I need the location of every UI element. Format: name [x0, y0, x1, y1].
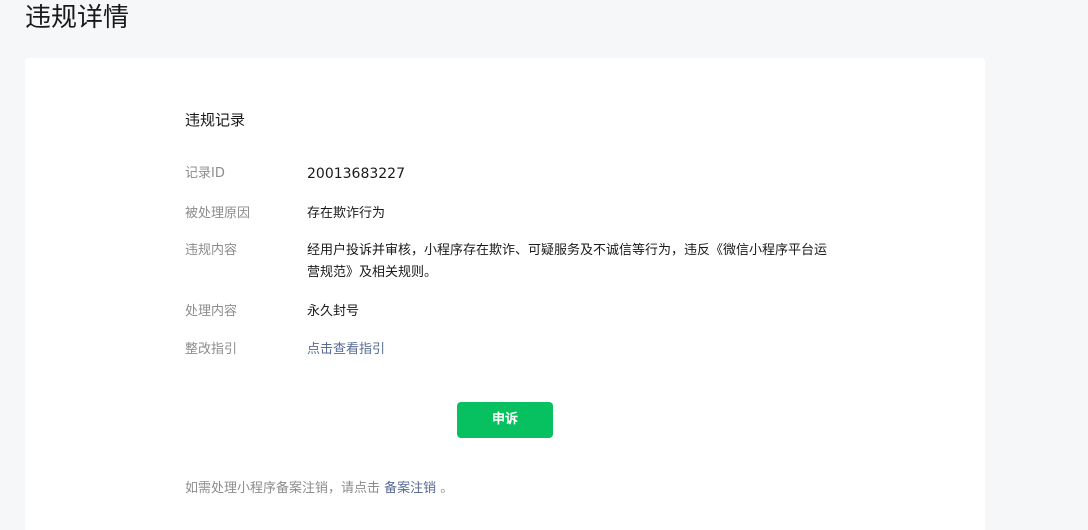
record-id-value: 20013683227: [307, 166, 405, 182]
section-title: 违规记录: [185, 111, 246, 129]
violation-detail-card: 违规记录 记录ID 20013683227 被处理原因 存在欺诈行为 违规内容 …: [25, 58, 985, 530]
handling-label: 处理内容: [185, 304, 238, 319]
cancel-filing-link[interactable]: 备案注销: [384, 481, 436, 496]
appeal-button[interactable]: 申诉: [457, 402, 553, 438]
record-id-label: 记录ID: [185, 166, 225, 181]
reason-value: 存在欺诈行为: [307, 206, 386, 221]
footer-note-suffix: 。: [436, 481, 454, 496]
reason-label: 被处理原因: [185, 206, 251, 221]
handling-value: 永久封号: [307, 304, 360, 319]
footer-note: 如需处理小程序备案注销，请点击 备案注销 。: [185, 478, 453, 500]
violation-content-value: 经用户投诉并审核，小程序存在欺诈、可疑服务及不诚信等行为，违反《微信小程序平台运…: [307, 243, 828, 280]
violation-content-label: 违规内容: [185, 243, 238, 258]
page-title: 违规详情: [25, 3, 130, 33]
guide-label: 整改指引: [185, 342, 238, 357]
footer-note-prefix: 如需处理小程序备案注销，请点击: [185, 481, 385, 496]
view-guide-link[interactable]: 点击查看指引: [307, 339, 837, 361]
